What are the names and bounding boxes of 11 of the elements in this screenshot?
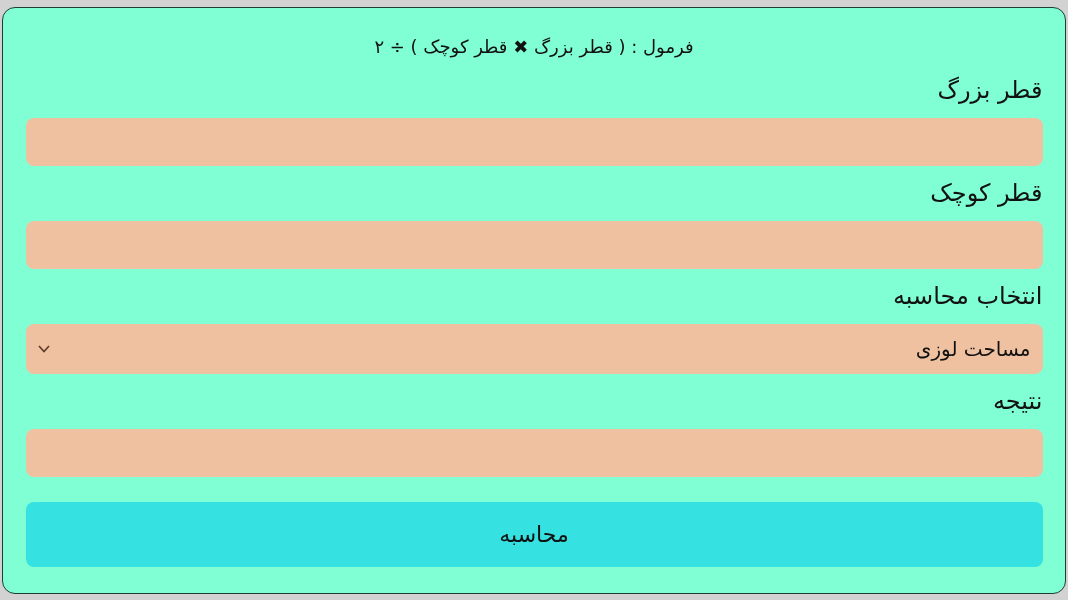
field-label: نتیجه [991,386,1043,416]
chevron-down-icon [37,345,50,353]
calculation-select[interactable]: مساحت لوزی [25,324,1043,374]
formula-text: فرمول : ( قطر بزرگ ✖ قطر کوچک ) ÷ ۲ [373,35,695,59]
input-field[interactable] [25,429,1043,477]
input-field[interactable] [25,118,1043,166]
field-label: قطر کوچک [929,178,1043,208]
field-label: قطر بزرگ [936,75,1043,105]
input-field[interactable] [25,221,1043,269]
calculate-button[interactable]: محاسبه [25,502,1043,567]
field-label: انتخاب محاسبه [892,281,1043,311]
